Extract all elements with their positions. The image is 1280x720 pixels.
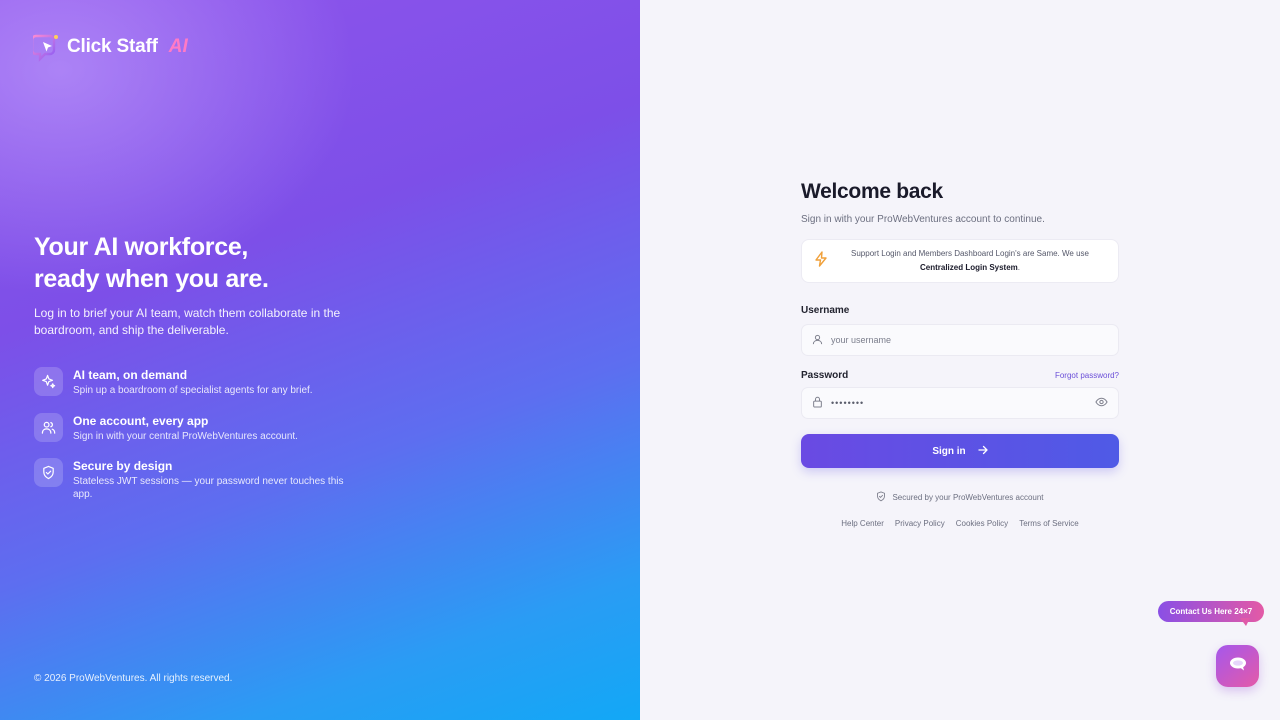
copyright-text: © 2026 ProWebVentures. All rights reserv…: [34, 673, 233, 684]
lock-icon: [812, 396, 823, 410]
feature-title: Secure by design: [73, 459, 173, 473]
feature-desc: Sign in with your central ProWebVentures…: [73, 431, 298, 442]
privacy-policy-link[interactable]: Privacy Policy: [895, 519, 945, 528]
page-title: Welcome back: [801, 180, 943, 203]
logo-icon: [30, 32, 61, 62]
users-icon: [34, 413, 63, 442]
brand-logo[interactable]: Click Staff AI: [30, 32, 188, 62]
password-field[interactable]: ••••••••: [801, 387, 1119, 419]
chat-launcher-button[interactable]: [1216, 645, 1259, 687]
hero-panel: Click Staff AI Your AI workforce, ready …: [0, 0, 640, 720]
feature-title: One account, every app: [73, 414, 209, 428]
password-label: Password: [801, 370, 849, 381]
sparkle-icon: [34, 367, 63, 396]
username-label: Username: [801, 305, 850, 316]
login-notice: Support Login and Members Dashboard Logi…: [801, 239, 1119, 283]
username-placeholder: your username: [831, 335, 892, 345]
notice-emphasis: Centralized Login System: [919, 263, 1018, 272]
lightning-icon: [814, 250, 828, 272]
arrow-right-icon: [978, 445, 988, 458]
feature-title: AI team, on demand: [73, 368, 188, 382]
terms-of-service-link[interactable]: Terms of Service: [1019, 519, 1079, 528]
sign-in-label: Sign in: [932, 445, 966, 457]
feature-desc: Stateless JWT sessions — your password n…: [73, 476, 344, 500]
user-icon: [812, 334, 823, 347]
feature-item: AI team, on demand Spin up a boardroom o…: [34, 367, 344, 397]
feature-item: Secure by design Stateless JWT sessions …: [34, 458, 344, 501]
username-label-row: Username: [801, 305, 1119, 316]
footer-links: Help Center Privacy Policy Cookies Polic…: [801, 519, 1119, 528]
secured-note: Secured by your ProWebVentures account: [801, 491, 1119, 504]
headline-line-2: ready when you are.: [34, 265, 269, 293]
password-value: ••••••••: [831, 398, 865, 408]
shield-check-icon: [34, 458, 63, 487]
notice-text: Support Login and Members Dashboard Logi…: [828, 247, 1118, 275]
forgot-password-link[interactable]: Forgot password?: [1055, 371, 1119, 380]
chat-icon: [1229, 657, 1247, 676]
hero-intro: Log in to brief your AI team, watch them…: [34, 306, 341, 337]
sign-in-button[interactable]: Sign in: [801, 434, 1119, 468]
hero-headline: Your AI workforce, ready when you are.: [34, 231, 394, 295]
headline-line-1: Your AI workforce,: [34, 233, 249, 261]
feature-item: One account, every app Sign in with your…: [34, 413, 344, 443]
eye-icon[interactable]: [1095, 397, 1108, 409]
shield-check-icon: [876, 491, 886, 504]
cookies-policy-link[interactable]: Cookies Policy: [956, 519, 1008, 528]
login-form: Welcome back Sign in with your ProWebVen…: [801, 180, 1119, 528]
notice-message: Support Login and Members Dashboard Logi…: [851, 249, 1089, 258]
help-center-link[interactable]: Help Center: [841, 519, 884, 528]
feature-desc: Spin up a boardroom of specialist agents…: [73, 385, 313, 396]
brand-suffix: AI: [168, 36, 188, 57]
secured-text: Secured by your ProWebVentures account: [892, 493, 1044, 502]
username-field[interactable]: your username: [801, 324, 1119, 356]
password-label-row: Password Forgot password?: [801, 370, 1119, 381]
notice-end: .: [1017, 263, 1021, 272]
brand-name: Click Staff: [67, 36, 158, 57]
page-subtitle: Sign in with your ProWebVentures account…: [801, 214, 1045, 225]
